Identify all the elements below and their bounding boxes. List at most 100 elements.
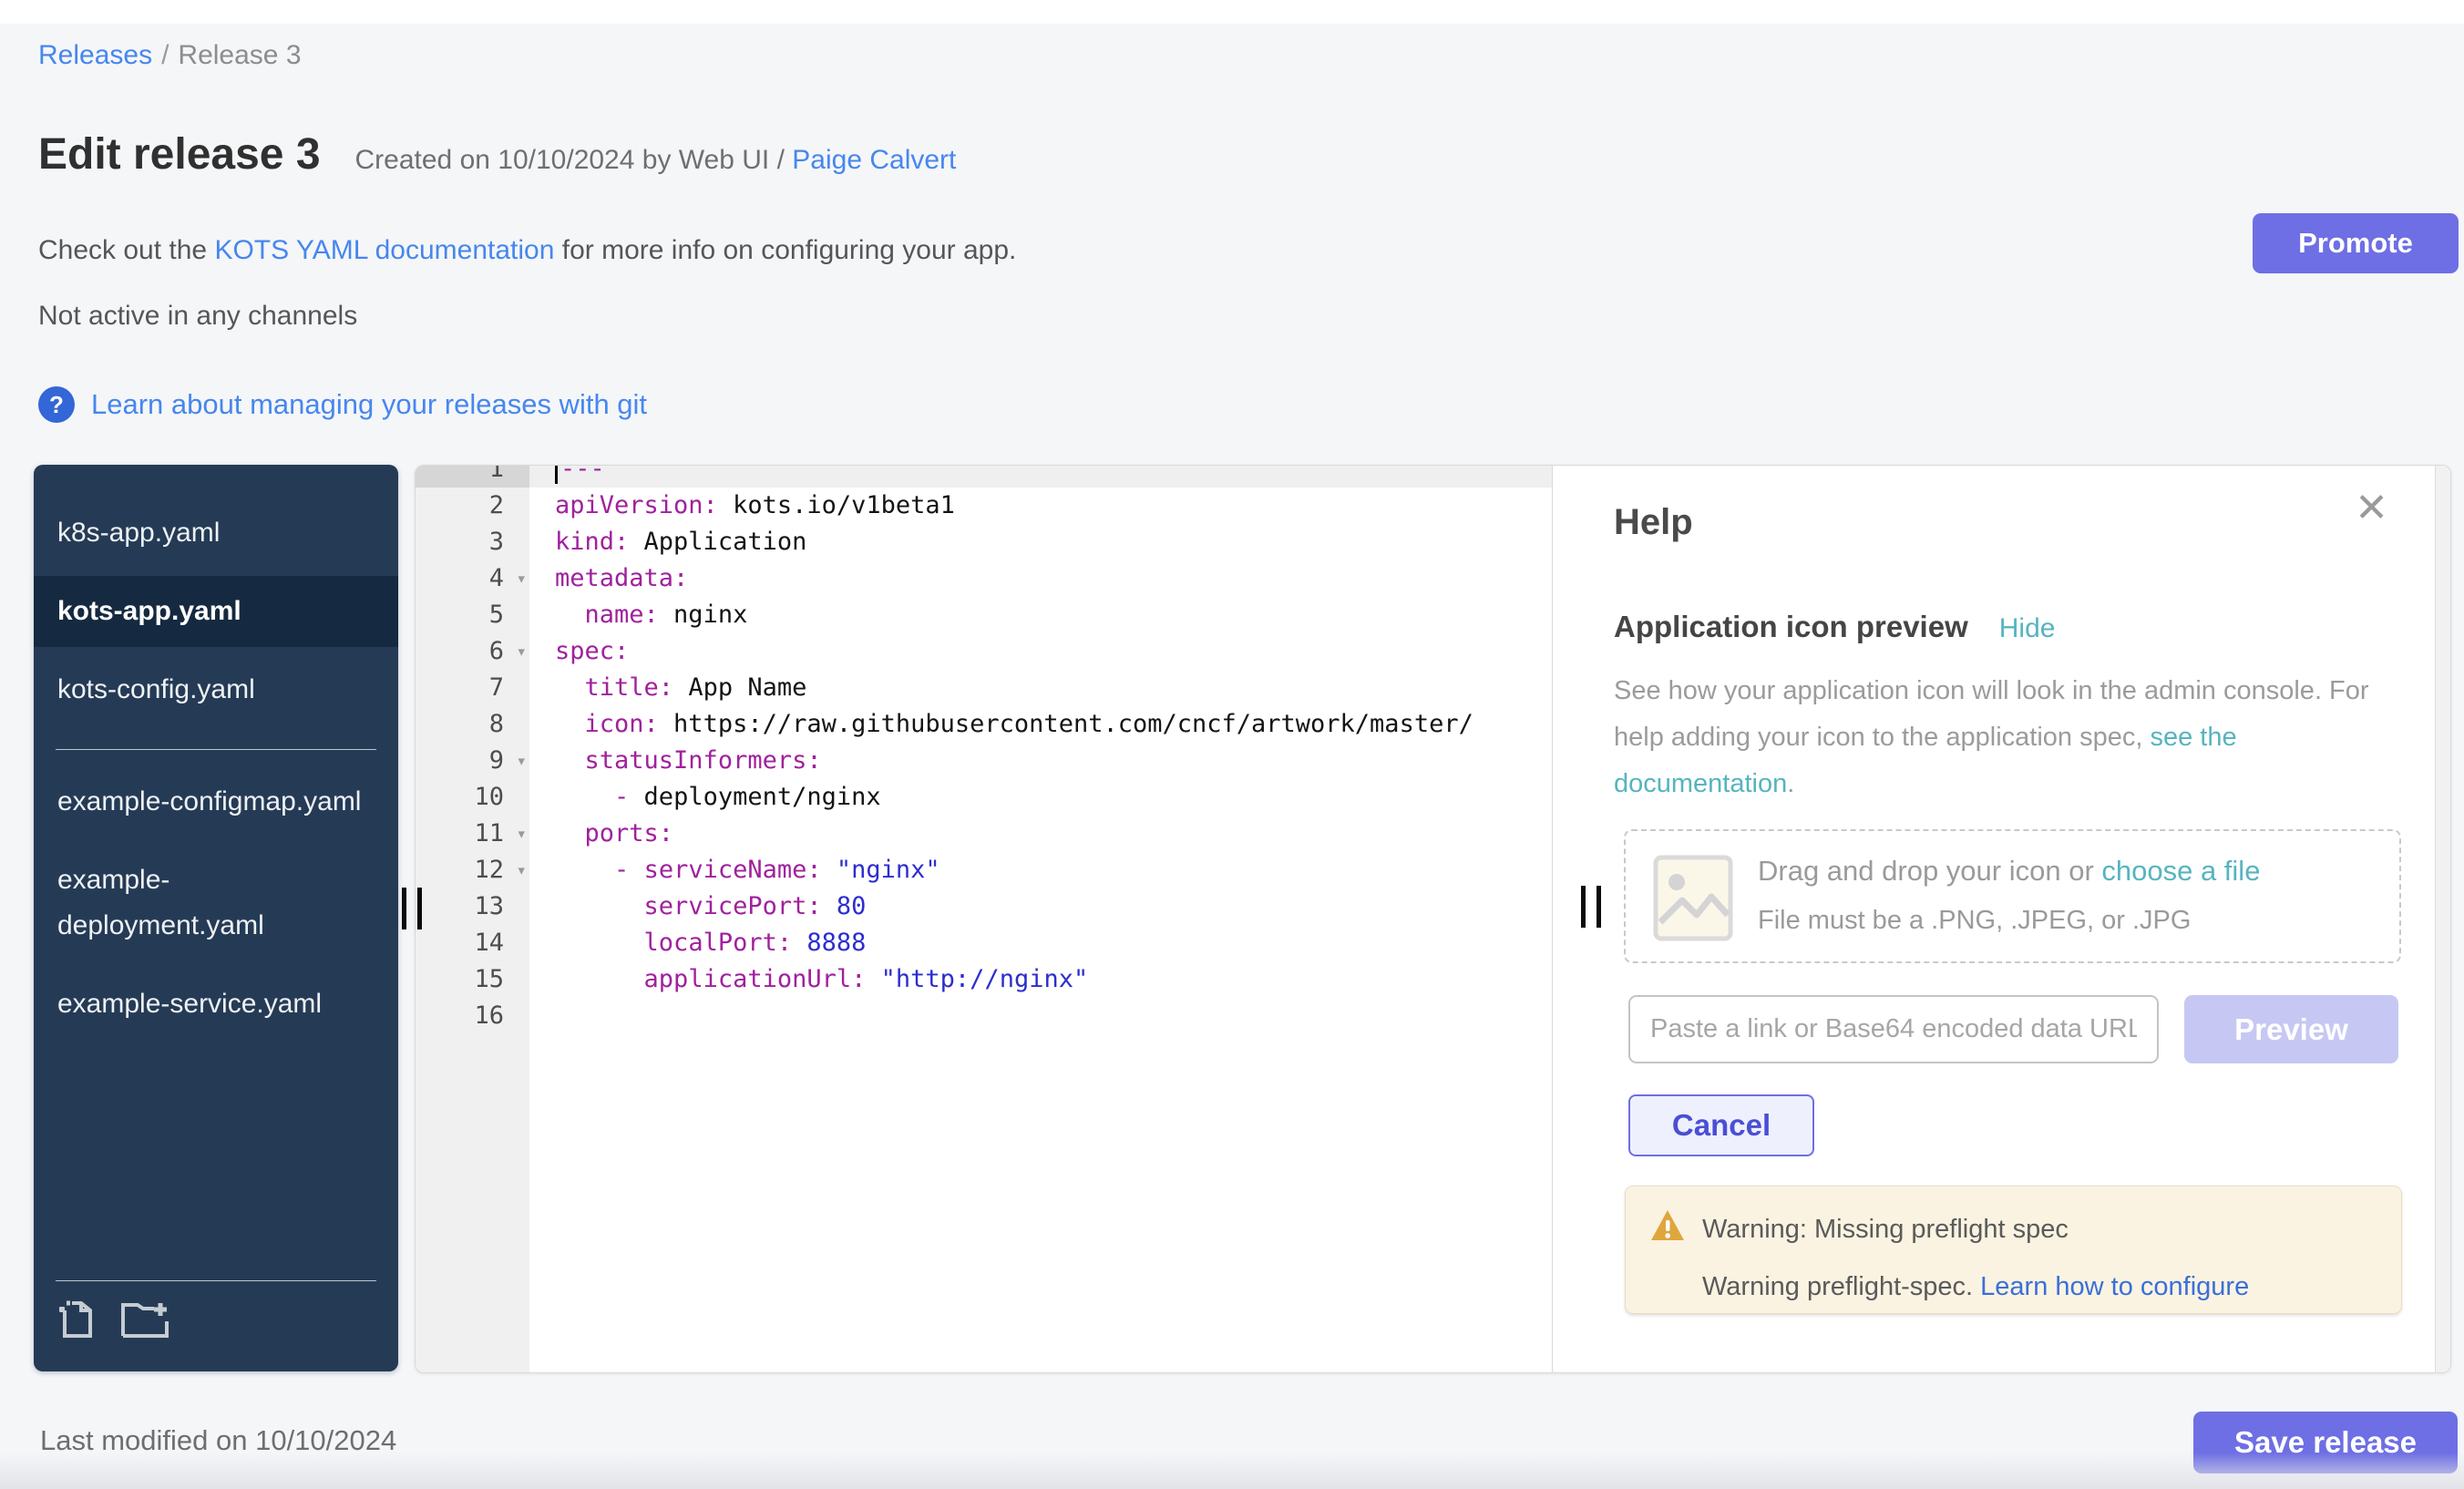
help-resize-handle[interactable]: [1579, 886, 1605, 928]
git-help-row: ? Learn about managing your releases wit…: [38, 386, 647, 423]
breadcrumb-separator: /: [161, 40, 169, 70]
icon-preview-section: Application icon preview Hide: [1614, 610, 2055, 644]
new-folder-button[interactable]: [119, 1298, 172, 1344]
docs-prefix: Check out the: [38, 235, 214, 265]
code-text: localPort: 8888: [529, 925, 1552, 961]
code-line[interactable]: 1---: [416, 466, 1552, 488]
title-row: Edit release 3 Created on 10/10/2024 by …: [38, 129, 956, 180]
promote-button[interactable]: Promote: [2253, 213, 2459, 273]
section-description: See how your application icon will look …: [1614, 668, 2416, 807]
code-text: ports:: [529, 816, 1552, 852]
description-text: See how your application icon will look …: [1614, 676, 2369, 752]
top-white-band: [0, 0, 2464, 24]
file-tree-footer: [56, 1280, 376, 1344]
code-line[interactable]: 5 name: nginx: [416, 597, 1552, 633]
code-line[interactable]: 11▾ ports:: [416, 816, 1552, 852]
code-line[interactable]: 15 applicationUrl: "http://nginx": [416, 961, 1552, 998]
code-line[interactable]: 13 servicePort: 80: [416, 888, 1552, 925]
code-text: - serviceName: "nginx": [529, 852, 1552, 888]
line-number: 7: [416, 670, 529, 706]
code-text: apiVersion: kots.io/v1beta1: [529, 488, 1552, 524]
line-number: 16: [416, 998, 529, 1034]
warning-text: Warning preflight-spec.: [1702, 1272, 1980, 1301]
close-icon[interactable]: ✕: [2349, 488, 2394, 529]
code-line[interactable]: 10 - deployment/nginx: [416, 779, 1552, 816]
fold-arrow-icon[interactable]: ▾: [517, 852, 527, 888]
file-tree-item[interactable]: example-deployment.yaml: [34, 845, 398, 961]
code-text: [529, 998, 1552, 1034]
line-number: 9▾: [416, 743, 529, 779]
line-number: 5: [416, 597, 529, 633]
warning-triangle-icon: [1649, 1208, 1686, 1250]
fold-arrow-icon[interactable]: ▾: [517, 743, 527, 779]
line-number: 8: [416, 706, 529, 743]
icon-dropzone[interactable]: Drag and drop your icon or choose a file…: [1624, 829, 2401, 963]
dropzone-text: Drag and drop your icon or choose a file: [1758, 855, 2260, 888]
line-number: 11▾: [416, 816, 529, 852]
new-file-icon: [56, 1330, 99, 1344]
line-number: 10: [416, 779, 529, 816]
release-editor-panel: 1---2apiVersion: kots.io/v1beta13kind: A…: [415, 465, 2451, 1373]
code-text: servicePort: 80: [529, 888, 1552, 925]
author-link[interactable]: Paige Calvert: [792, 145, 956, 175]
code-text: spec:: [529, 633, 1552, 670]
help-title: Help: [1614, 502, 1693, 543]
warning-box: Warning: Missing preflight spec Warning …: [1625, 1186, 2402, 1314]
preview-button[interactable]: Preview: [2184, 995, 2398, 1063]
warning-row: Warning: Missing preflight spec: [1649, 1208, 2377, 1250]
fold-arrow-icon[interactable]: ▾: [517, 633, 527, 670]
question-circle-icon: ?: [38, 386, 75, 423]
code-text: icon: https://raw.githubusercontent.com/…: [529, 706, 1552, 743]
code-line[interactable]: 3kind: Application: [416, 524, 1552, 560]
dropzone-requirements: File must be a .PNG, .JPEG, or .JPG: [1758, 906, 2191, 936]
breadcrumb-releases-link[interactable]: Releases: [38, 40, 152, 70]
code-text: statusInformers:: [529, 743, 1552, 779]
sidebar-resize-handle[interactable]: [400, 888, 426, 929]
choose-file-link[interactable]: choose a file: [2101, 855, 2260, 887]
code-line[interactable]: 9▾ statusInformers:: [416, 743, 1552, 779]
breadcrumb: Releases / Release 3: [38, 40, 302, 71]
fold-arrow-icon[interactable]: ▾: [517, 816, 527, 852]
hide-link[interactable]: Hide: [1999, 613, 2056, 644]
code-line[interactable]: 8 icon: https://raw.githubusercontent.co…: [416, 706, 1552, 743]
code-line[interactable]: 6▾spec:: [416, 633, 1552, 670]
line-number: 12▾: [416, 852, 529, 888]
warning-detail: Warning preflight-spec. Learn how to con…: [1702, 1272, 2377, 1302]
kots-docs-link[interactable]: KOTS YAML documentation: [214, 235, 554, 265]
code-line[interactable]: 2apiVersion: kots.io/v1beta1: [416, 488, 1552, 524]
file-tree-item[interactable]: kots-app.yaml: [34, 576, 398, 647]
file-tree-sidebar: k8s-app.yamlkots-app.yamlkots-config.yam…: [34, 465, 398, 1371]
file-tree-item[interactable]: k8s-app.yaml: [34, 498, 398, 569]
line-number: 3: [416, 524, 529, 560]
image-placeholder-icon: [1653, 855, 1733, 946]
code-line[interactable]: 4▾metadata:: [416, 560, 1552, 597]
help-scrollbar[interactable]: [2435, 466, 2450, 1372]
fold-arrow-icon[interactable]: ▾: [517, 560, 527, 597]
file-tree-item[interactable]: kots-config.yaml: [34, 654, 398, 725]
code-line[interactable]: 12▾ - serviceName: "nginx": [416, 852, 1552, 888]
code-text: kind: Application: [529, 524, 1552, 560]
file-tree-divider: [56, 749, 376, 750]
file-tree-item[interactable]: example-service.yaml: [34, 969, 398, 1040]
cancel-button[interactable]: Cancel: [1628, 1094, 1814, 1156]
code-text: metadata:: [529, 560, 1552, 597]
code-line[interactable]: 14 localPort: 8888: [416, 925, 1552, 961]
warning-configure-link[interactable]: Learn how to configure: [1980, 1272, 2249, 1301]
description-period: .: [1787, 769, 1794, 798]
file-tree-item[interactable]: example-configmap.yaml: [34, 766, 398, 837]
git-releases-link[interactable]: Learn about managing your releases with …: [91, 388, 647, 421]
yaml-editor[interactable]: 1---2apiVersion: kots.io/v1beta13kind: A…: [416, 466, 1552, 1372]
dropzone-prefix: Drag and drop your icon or: [1758, 855, 2101, 887]
code-text: title: App Name: [529, 670, 1552, 706]
code-text: ---: [529, 466, 1552, 488]
new-folder-icon: [119, 1330, 172, 1344]
created-prefix: Created on 10/10/2024 by Web UI /: [355, 145, 785, 175]
code-line[interactable]: 7 title: App Name: [416, 670, 1552, 706]
icon-url-input[interactable]: [1628, 995, 2159, 1063]
code-line[interactable]: 16: [416, 998, 1552, 1034]
line-number: 1: [416, 466, 529, 488]
code-rows: 1---2apiVersion: kots.io/v1beta13kind: A…: [416, 466, 1552, 1034]
breadcrumb-current: Release 3: [178, 40, 301, 70]
channel-status: Not active in any channels: [38, 301, 357, 332]
new-file-button[interactable]: [56, 1298, 99, 1344]
